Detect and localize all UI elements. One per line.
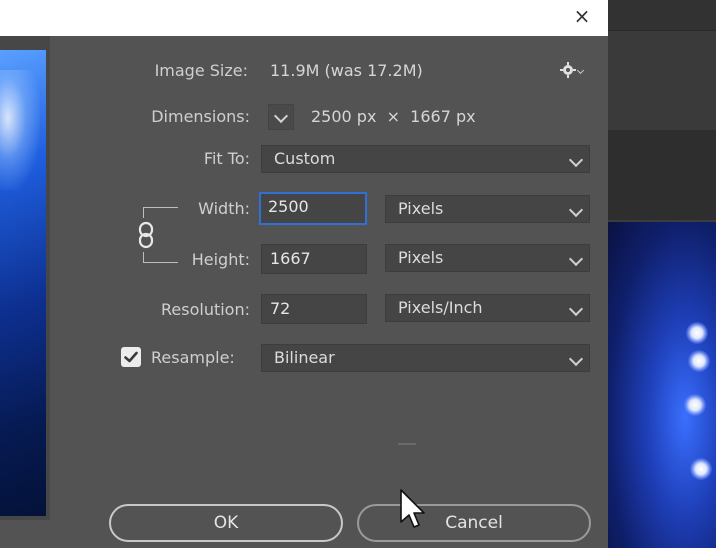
preview-highlight: [0, 70, 40, 190]
gear-icon[interactable]: [560, 60, 586, 80]
height-unit-selected: Pixels: [398, 248, 444, 267]
chevron-down-icon: [576, 66, 585, 75]
resolution-input[interactable]: 72: [261, 294, 367, 324]
chain-link-icon[interactable]: [136, 220, 156, 250]
chevron-down-icon: [568, 351, 584, 367]
height-input[interactable]: 1667: [261, 244, 367, 274]
dialog-titlebar: ×: [0, 0, 608, 36]
height-label: Height:: [191, 250, 250, 269]
photo-light: [688, 350, 710, 372]
width-unit-select[interactable]: Pixels: [385, 195, 590, 223]
divider: [398, 443, 416, 445]
app-toolbar: [608, 0, 716, 30]
chevron-down-icon: [568, 251, 584, 267]
image-size-dialog: ×: [0, 0, 608, 548]
chevron-down-icon: [568, 202, 584, 218]
width-label: Width:: [198, 199, 250, 218]
resolution-unit-select[interactable]: Pixels/Inch: [385, 294, 590, 322]
resample-checkbox[interactable]: [121, 347, 141, 367]
mouse-pointer-icon: [398, 488, 428, 532]
width-input[interactable]: 2500: [259, 192, 367, 225]
photo-light: [686, 322, 708, 344]
image-size-value: 11.9M (was 17.2M): [270, 61, 423, 80]
ok-button[interactable]: OK: [109, 504, 343, 542]
resolution-label: Resolution:: [161, 300, 250, 319]
resample-selected: Bilinear: [274, 348, 335, 367]
fit-to-label: Fit To:: [203, 149, 250, 168]
app-panel-dark: [608, 130, 716, 220]
fit-to-selected: Custom: [274, 149, 336, 168]
dimensions-label: Dimensions:: [151, 107, 250, 126]
height-unit-select[interactable]: Pixels: [385, 244, 590, 272]
width-unit-selected: Pixels: [398, 199, 444, 218]
app-panel: [608, 30, 716, 131]
resample-label[interactable]: Resample:: [151, 348, 235, 368]
cancel-button[interactable]: Cancel: [357, 504, 591, 542]
chevron-down-icon: [568, 301, 584, 317]
close-icon[interactable]: ×: [568, 3, 596, 29]
fit-to-select[interactable]: Custom: [261, 145, 590, 173]
resolution-unit-selected: Pixels/Inch: [398, 298, 483, 317]
chevron-down-icon: [568, 152, 584, 168]
image-size-label: Image Size:: [154, 61, 248, 80]
dimensions-value: 2500 px × 1667 px: [311, 107, 476, 126]
dimensions-dropdown-button[interactable]: [268, 104, 294, 130]
chevron-down-icon: [273, 108, 289, 124]
photo-light: [690, 458, 712, 480]
photo-light: [684, 394, 706, 416]
canvas-photo-right: [606, 222, 716, 548]
screen: × Image Size: 11.9M (was 17.2M) Dimensio…: [0, 0, 716, 548]
checkmark-icon: [124, 351, 138, 363]
resample-select[interactable]: Bilinear: [261, 344, 590, 372]
